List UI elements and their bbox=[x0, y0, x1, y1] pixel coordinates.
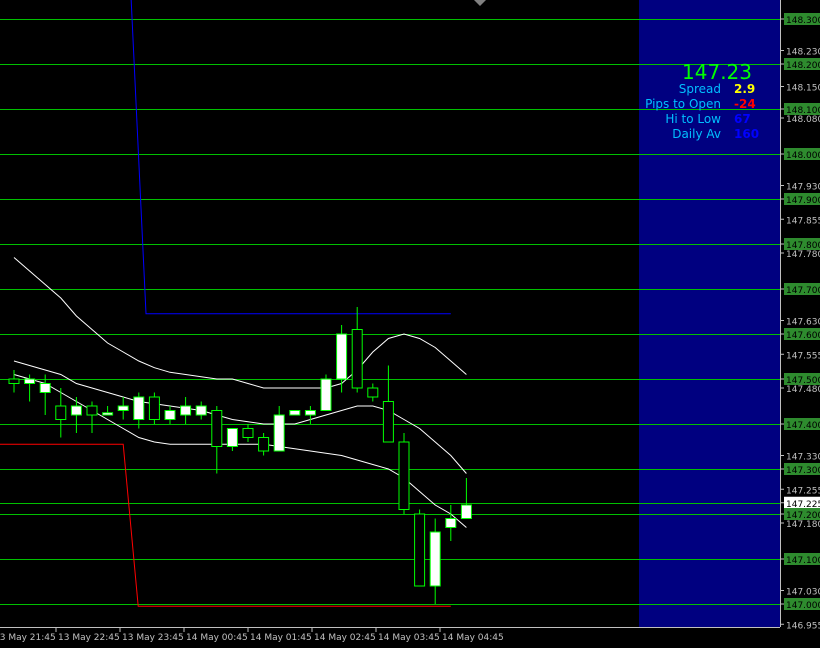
candle-body bbox=[195, 405, 207, 416]
candle-body bbox=[460, 504, 472, 519]
candle bbox=[289, 410, 301, 416]
price-tick-label: 147.480 bbox=[786, 385, 820, 395]
time-tick-label: 13 May 21:45 bbox=[0, 633, 56, 643]
info-value: -24 bbox=[734, 97, 756, 111]
candle bbox=[320, 374, 332, 411]
candle bbox=[148, 392, 160, 424]
candle-body bbox=[117, 405, 129, 411]
price-tick-label: 147.555 bbox=[786, 351, 820, 361]
candle-body bbox=[258, 437, 270, 452]
candle-body bbox=[367, 387, 379, 398]
candle-body bbox=[148, 396, 160, 420]
info-row-spread: Spread 2.9 bbox=[640, 82, 780, 97]
price-tick-label: 147.000 bbox=[786, 601, 820, 611]
time-axis: 13 May 21:45 13 May 22:45 13 May 23:45 14 M… bbox=[0, 627, 780, 643]
candle-body bbox=[8, 378, 20, 384]
candle-body bbox=[336, 333, 348, 380]
candle-body bbox=[445, 518, 457, 528]
candle-body bbox=[55, 405, 67, 420]
info-label: Spread bbox=[678, 82, 721, 96]
price-tick-label: 147.030 bbox=[786, 588, 820, 598]
candle-body bbox=[164, 410, 176, 420]
info-row-hi-to-low: Hi to Low 67 bbox=[640, 112, 780, 127]
info-value: 67 bbox=[734, 112, 751, 126]
candle-body bbox=[211, 410, 223, 447]
candle bbox=[398, 433, 410, 514]
info-value: 160 bbox=[734, 127, 760, 141]
time-tick-label: 14 May 00:45 bbox=[186, 633, 248, 643]
candle-body bbox=[24, 378, 36, 384]
info-row-daily-average: Daily Av 160 bbox=[640, 127, 780, 142]
time-tick-label: 14 May 04:45 bbox=[442, 633, 504, 643]
price-tick-label: 148.080 bbox=[786, 115, 820, 125]
price-tick-label: 147.255 bbox=[786, 486, 820, 496]
price-tick-label: 148.000 bbox=[786, 151, 820, 161]
price-tick-label: 147.600 bbox=[786, 331, 820, 341]
info-row-pips-to-open: Pips to Open -24 bbox=[640, 97, 780, 112]
time-tick-label: 13 May 22:45 bbox=[58, 633, 120, 643]
time-tick-label: 14 May 03:45 bbox=[378, 633, 440, 643]
price-tick-label: 148.230 bbox=[786, 48, 820, 58]
price-tick-label: 147.630 bbox=[786, 318, 820, 328]
candle bbox=[414, 509, 426, 587]
time-tick-label: 14 May 01:45 bbox=[250, 633, 312, 643]
candle-body bbox=[398, 441, 410, 510]
candle-body bbox=[273, 414, 285, 452]
candle-body bbox=[414, 513, 426, 587]
candle-body bbox=[133, 396, 145, 420]
candle-body bbox=[242, 428, 254, 438]
candle-body bbox=[102, 412, 114, 416]
candle-body bbox=[382, 401, 394, 443]
candle-body bbox=[70, 405, 82, 416]
price-tick-label: 147.700 bbox=[786, 286, 820, 296]
time-tick-label: 14 May 02:45 bbox=[314, 633, 376, 643]
candle-body bbox=[226, 428, 238, 447]
candle-body bbox=[429, 531, 441, 587]
candle-body bbox=[39, 383, 51, 393]
price-tick-label: 146.955 bbox=[786, 621, 820, 631]
price-tick-label: 147.930 bbox=[786, 183, 820, 193]
price-tick-label: 148.300 bbox=[786, 16, 820, 26]
candle-body bbox=[304, 410, 316, 416]
price-tick-label: 147.180 bbox=[786, 520, 820, 530]
price-tick-label: 147.300 bbox=[786, 466, 820, 476]
info-label: Hi to Low bbox=[665, 112, 721, 126]
price-tick-label: 147.780 bbox=[786, 250, 820, 260]
price-axis: 148.300148.230148.200148.150148.100148.0… bbox=[780, 0, 820, 631]
info-value: 2.9 bbox=[734, 82, 756, 96]
current-price-display: 147.23 bbox=[682, 60, 752, 84]
price-tick-label: 147.400 bbox=[786, 421, 820, 431]
price-tick-label: 148.150 bbox=[786, 84, 820, 94]
price-tick-label: 147.100 bbox=[786, 556, 820, 566]
price-tick-label: 148.200 bbox=[786, 61, 820, 71]
candle-body bbox=[86, 405, 98, 416]
candle-body bbox=[320, 378, 332, 411]
info-label: Daily Av bbox=[672, 127, 721, 141]
candle-body bbox=[351, 329, 363, 389]
time-tick-label: 13 May 23:45 bbox=[122, 633, 184, 643]
price-tick-label: 147.330 bbox=[786, 453, 820, 463]
info-label: Pips to Open bbox=[645, 97, 721, 111]
candle-body bbox=[180, 405, 192, 416]
price-tick-label: 147.900 bbox=[786, 196, 820, 206]
candle-body bbox=[289, 410, 301, 416]
price-tick-label: 147.855 bbox=[786, 216, 820, 226]
